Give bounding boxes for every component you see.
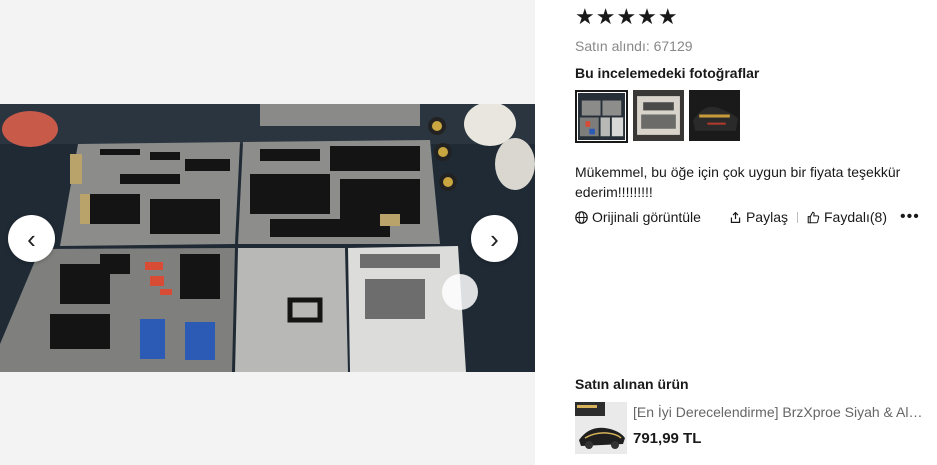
review-image-viewer: ‹ › [0,0,535,465]
purchased-product-card[interactable]: [En İyi Derecelendirme] BrzXproe Siyah &… [575,402,923,454]
review-actions: Orijinali görüntüle Paylaş Faydalı(8) ••… [575,207,920,227]
product-info: [En İyi Derecelendirme] BrzXproe Siyah &… [633,402,923,454]
share-button[interactable]: Paylaş [729,209,788,225]
bought-count-value: 67129 [653,38,693,54]
review-details-panel: ★★★★★ Satın alındı: 67129 Bu incelemedek… [575,0,937,465]
previous-photo-button[interactable]: ‹ [8,215,55,262]
purchased-product-title: Satın alınan ürün [575,376,689,392]
product-image [575,402,627,454]
chevron-right-icon: › [490,223,499,254]
chevron-left-icon: ‹ [27,223,36,254]
bought-count: Satın alındı: 67129 [575,38,693,54]
globe-icon [575,210,588,224]
review-thumbnail[interactable] [633,90,684,141]
next-photo-button[interactable]: › [471,215,518,262]
review-thumbnail[interactable] [689,90,740,141]
product-image-art [575,402,627,454]
review-photo-image [0,104,535,372]
review-photo [0,104,535,372]
share-label: Paylaş [745,209,788,225]
review-thumbnail[interactable] [575,90,628,143]
review-text: Mükemmel, bu öğe için çok uygun bir fiya… [575,164,901,200]
action-divider [796,211,798,223]
view-original-button[interactable]: Orijinali görüntüle [575,209,701,225]
product-price: 791,99 TL [633,430,702,447]
thumbs-up-icon [807,211,820,223]
more-icon[interactable]: ••• [900,208,920,226]
thumbnail-image [633,90,684,141]
bought-label: Satın alındı: [575,38,650,54]
thumbnail-image [689,90,740,141]
review-thumbnails [575,90,740,143]
view-original-label: Orijinali görüntüle [592,209,701,225]
thumbnail-image [578,93,625,140]
rating-stars: ★★★★★ [575,4,679,29]
helpful-label: Faydalı(8) [823,209,888,225]
review-photos-title: Bu incelemedeki fotoğraflar [575,65,760,81]
helpful-button[interactable]: Faydalı(8) [807,209,887,225]
product-name-link[interactable]: [En İyi Derecelendirme] BrzXproe Siyah &… [633,404,923,420]
share-icon [730,211,741,223]
